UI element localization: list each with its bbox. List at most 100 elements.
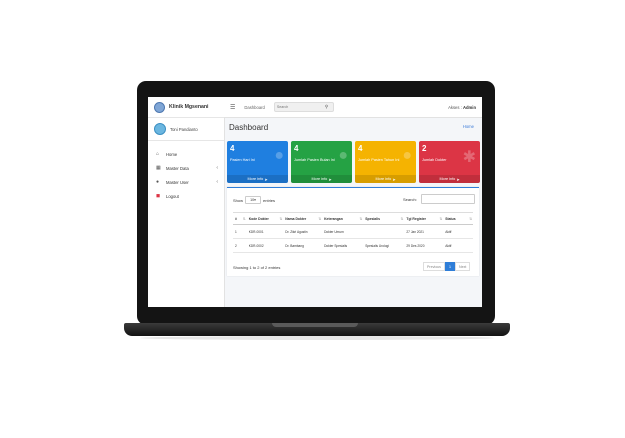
users-icon: ●: [402, 147, 412, 164]
laptop-base-notch: [272, 323, 358, 327]
sidebar-item-master-user[interactable]: ● Master User ‹: [148, 175, 224, 189]
sort-icon: ⇅: [469, 216, 472, 221]
more-info-link[interactable]: More info ➤: [291, 175, 352, 183]
column-header[interactable]: Spesialis ⇅: [363, 212, 405, 225]
next-button[interactable]: Next: [454, 262, 471, 271]
column-label: Keterangan: [324, 216, 343, 221]
logout-icon: ◼: [156, 193, 161, 199]
table-cell: [363, 224, 405, 239]
sidebar-item-label: Home: [166, 151, 178, 157]
column-header[interactable]: Status ⇅: [443, 212, 473, 225]
entries-select[interactable]: 10 ▾: [245, 196, 262, 204]
table-cell: Dokter Umum: [322, 224, 364, 239]
table-cell: Aktif: [443, 224, 473, 239]
sidebar: Klinik Mgsenani Toni Pandianto ⌂ Home ▦ …: [148, 97, 225, 307]
sort-icon: ⇅: [439, 216, 443, 221]
arrow-circle-right-icon: ➤: [392, 177, 396, 182]
table-row: 1 KDR-0001 Dr. Zikri Agustin Dokter Umum…: [233, 224, 473, 239]
stat-number: 4: [294, 144, 299, 153]
avatar: [154, 123, 166, 135]
brand-name: Klinik Mgsenani: [169, 104, 209, 110]
sidebar-item-home[interactable]: ⌂ Home: [148, 147, 224, 161]
entries-label: entries: [263, 197, 276, 203]
sidebar-nav: ⌂ Home ▦ Master Data ‹ ● Master User ‹ ◼…: [148, 141, 224, 203]
users-icon: ●: [156, 179, 160, 185]
table-cell: Spesialis Urologi: [363, 238, 405, 253]
topbar-dashboard-link[interactable]: Dashboard: [244, 105, 265, 110]
home-icon: ⌂: [156, 151, 160, 157]
content-header: Dashboard Home: [224, 117, 482, 137]
stat-label: Pasien Hari Ini: [230, 158, 255, 162]
user-role: Admin: [462, 104, 476, 110]
table-search-label: Search:: [403, 197, 417, 202]
arrow-circle-right-icon: ➤: [328, 177, 332, 182]
hamburger-icon[interactable]: ☰: [230, 104, 235, 111]
medical-icon: ✱: [462, 149, 476, 166]
search-input[interactable]: [274, 105, 323, 109]
column-label: Kode Dokter: [248, 216, 269, 221]
sort-icon: ⇅: [318, 216, 322, 221]
column-header[interactable]: Keterangan ⇅: [322, 212, 364, 225]
arrow-circle-right-icon: ➤: [264, 177, 268, 182]
column-header[interactable]: Kode Dokter ⇅: [246, 212, 284, 225]
column-label: Tgl Register: [406, 216, 426, 221]
more-info-link[interactable]: More info ➤: [419, 175, 480, 183]
table-row: 2 KDR-0002 Dr. Bambang Dokter Spesialis …: [233, 238, 473, 253]
doctor-table-card: Show 10 ▾ entries Search: # ⇅ Kode Dokter ⇅…: [227, 187, 479, 276]
pagination: Previous 1 Next: [423, 262, 471, 271]
column-label: Nama Dokter: [285, 216, 307, 221]
search-box: ⚲: [273, 102, 334, 112]
previous-button[interactable]: Previous: [423, 262, 445, 271]
stat-label: Jumlah Dokter: [422, 158, 447, 162]
sidebar-item-master-data[interactable]: ▦ Master Data ‹: [148, 161, 224, 175]
more-info-link[interactable]: More info ➤: [227, 175, 288, 183]
chevron-left-icon: ‹: [216, 179, 218, 185]
table-cell: 2: [233, 238, 247, 253]
stat-label: Jumlah Pasien Tahun Ini: [358, 158, 400, 162]
sort-icon: ⇅: [279, 216, 283, 221]
column-header[interactable]: # ⇅: [233, 212, 247, 225]
sidebar-item-label: Logout: [166, 193, 179, 199]
table-cell: 29 Des 2020: [404, 238, 444, 253]
stat-number: 4: [230, 144, 235, 153]
more-info-label: More info: [311, 177, 328, 181]
breadcrumb[interactable]: Home: [463, 124, 474, 129]
column-header[interactable]: Nama Dokter ⇅: [283, 212, 323, 225]
sort-icon: ⇅: [359, 216, 363, 221]
more-info-link[interactable]: More info ➤: [355, 175, 416, 183]
sort-icon: ⇅: [400, 216, 404, 221]
chevron-left-icon: ‹: [216, 165, 218, 171]
user-icon: ●: [338, 147, 348, 164]
table-cell: Aktif: [443, 238, 473, 253]
screen: Klinik Mgsenani Toni Pandianto ⌂ Home ▦ …: [148, 97, 482, 307]
user-icon: ●: [274, 147, 284, 164]
stat-number: 2: [422, 144, 427, 153]
user-panel[interactable]: Toni Pandianto: [148, 118, 224, 141]
book-icon: ▦: [156, 165, 161, 171]
sidebar-item-label: Master User: [166, 179, 189, 185]
table-header-row: # ⇅ Kode Dokter ⇅ Nama Dokter ⇅ Keterangan ⇅…: [233, 212, 473, 225]
user-name: Toni Pandianto: [170, 126, 198, 132]
stat-number: 4: [358, 144, 363, 153]
table-cell: Dokter Spesialis: [322, 238, 364, 253]
column-label: Spesialis: [365, 216, 380, 221]
column-header[interactable]: Tgl Register ⇅: [404, 212, 444, 225]
table-cell: Dr. Bambang: [283, 238, 323, 253]
sidebar-item-logout[interactable]: ◼ Logout: [148, 189, 224, 203]
more-info-label: More info: [375, 177, 392, 181]
column-label: #: [235, 216, 237, 221]
clinic-logo-icon: [154, 101, 165, 113]
stat-box-pasien-hari-ini: 4 Pasien Hari Ini ● More info ➤: [227, 141, 288, 183]
show-entries: Show 10 ▾ entries: [233, 196, 275, 204]
laptop-shadow: [140, 336, 494, 340]
page-1-button[interactable]: 1: [444, 262, 455, 271]
show-label: Show: [233, 197, 244, 203]
more-info-label: More info: [439, 177, 456, 181]
search-icon[interactable]: ⚲: [325, 104, 328, 110]
stat-label: Jumlah Pasien Bulan Ini: [294, 158, 335, 162]
user-access-label: Akses :: [448, 104, 462, 110]
brand[interactable]: Klinik Mgsenani: [148, 97, 224, 118]
table-search-input[interactable]: [421, 194, 475, 204]
page-title: Dashboard: [229, 123, 269, 132]
stat-box-jumlah-dokter: 2 Jumlah Dokter ✱ More info ➤: [419, 141, 480, 183]
